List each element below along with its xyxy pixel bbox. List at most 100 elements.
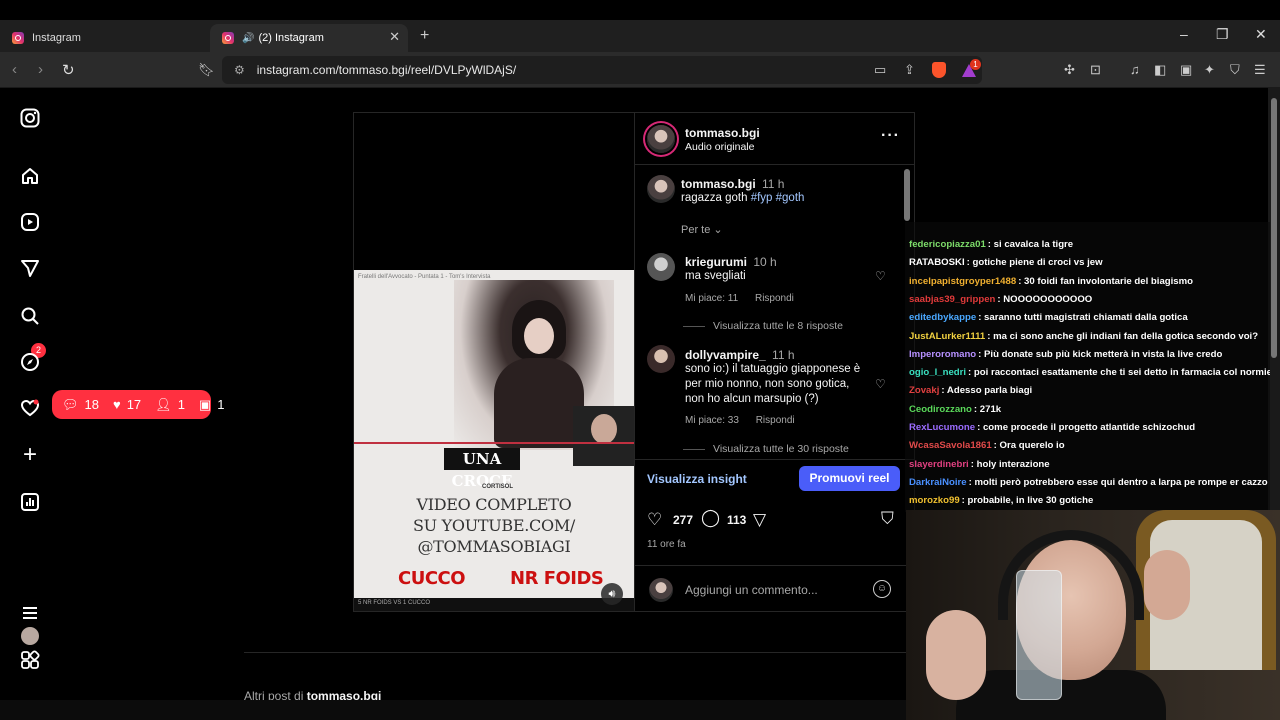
comment-like-icon[interactable]: ♡ bbox=[875, 269, 886, 283]
comment-likes[interactable]: Mi piace: 33 bbox=[685, 415, 739, 426]
extensions-icon[interactable]: ✣ bbox=[1064, 62, 1075, 78]
media-icon[interactable]: ♫ bbox=[1130, 62, 1140, 77]
add-comment-input[interactable]: Aggiungi un commento... bbox=[685, 583, 818, 597]
chat-username[interactable]: ogio_l_nedri bbox=[909, 367, 966, 378]
comment-username[interactable]: dollyvampire_ bbox=[685, 348, 766, 362]
caption-avatar[interactable] bbox=[647, 175, 675, 203]
author-username[interactable]: tommaso.bgi bbox=[685, 126, 760, 140]
chat-username[interactable]: slayerdinebri bbox=[909, 459, 969, 470]
chat-username[interactable]: morozko99 bbox=[909, 495, 960, 506]
dashboard-icon[interactable] bbox=[18, 490, 42, 514]
vpn-icon[interactable]: ⛉ bbox=[1230, 62, 1240, 78]
site-settings-icon[interactable]: ⚙ bbox=[234, 63, 245, 77]
view-insights-link[interactable]: Visualizza insight bbox=[647, 472, 747, 486]
search-icon[interactable] bbox=[18, 304, 42, 328]
promote-reel-button[interactable]: Promuovi reel bbox=[799, 466, 900, 491]
comment-avatar[interactable] bbox=[647, 345, 675, 373]
chat-username[interactable]: RexLucumone bbox=[909, 422, 975, 433]
comment-username[interactable]: kriegurumi bbox=[685, 255, 747, 269]
brave-shields-icon[interactable] bbox=[932, 62, 946, 78]
close-tab-icon[interactable]: ✕ bbox=[389, 29, 400, 45]
cast-icon[interactable]: ▭ bbox=[874, 62, 886, 78]
chat-message: WcasaSavola1861: Ora querelo io bbox=[909, 440, 1065, 452]
chat-username[interactable]: incelpapistgroyper1488 bbox=[909, 276, 1016, 287]
chat-username[interactable]: DarkraiNoire bbox=[909, 477, 967, 488]
emoji-icon[interactable]: ☺ bbox=[873, 580, 891, 598]
profile-avatar[interactable] bbox=[21, 627, 39, 645]
create-icon[interactable]: + bbox=[18, 441, 42, 468]
share-icon[interactable]: ⇪ bbox=[904, 62, 915, 78]
notifications-heart-icon[interactable] bbox=[18, 396, 42, 420]
chat-username[interactable]: Imperoromano bbox=[909, 349, 976, 360]
video-webcam-inset bbox=[573, 406, 634, 466]
sort-dropdown[interactable]: Per te ⌄ bbox=[681, 223, 723, 238]
view-replies-link[interactable]: Visualizza tutte le 30 risposte bbox=[683, 443, 849, 455]
cortisol-label: CORTISOL bbox=[482, 484, 513, 490]
minimize-icon[interactable]: – bbox=[1180, 26, 1188, 42]
like-icon[interactable]: ♡ bbox=[647, 510, 662, 530]
chat-username[interactable]: federicopiazza01 bbox=[909, 239, 986, 250]
save-bookmark-icon[interactable]: ⛉ bbox=[881, 509, 894, 529]
likes-count[interactable]: 277 bbox=[673, 513, 693, 527]
forward-icon[interactable]: › bbox=[38, 61, 43, 78]
sidebar-toggle-icon[interactable]: ◧ bbox=[1154, 62, 1166, 78]
reels-icon[interactable] bbox=[18, 210, 42, 234]
chat-username[interactable]: Zovakj bbox=[909, 385, 939, 396]
activity-notification-pill[interactable]: 💬︎ 18 ♥ 17 👤︎ 1 ▣ 1 bbox=[52, 390, 224, 419]
restore-icon[interactable]: ❐ bbox=[1216, 26, 1229, 43]
audio-label[interactable]: Audio originale bbox=[685, 141, 754, 153]
chat-message: editedbykappe: saranno tutti magistrati … bbox=[909, 312, 1188, 324]
more-options-icon[interactable]: ··· bbox=[881, 127, 900, 145]
share-icon[interactable]: ▽ bbox=[753, 510, 766, 530]
apps-grid-icon[interactable] bbox=[18, 648, 42, 672]
comments-scrollbar-thumb[interactable] bbox=[904, 169, 910, 221]
chat-text: : saranno tutti magistrati chiamati dall… bbox=[978, 312, 1188, 324]
leo-ai-icon[interactable]: ✦ bbox=[1204, 62, 1215, 78]
caption-hashtags[interactable]: #fyp #goth bbox=[751, 192, 805, 204]
menu-icon[interactable]: ☰ bbox=[1254, 62, 1266, 78]
rewards-badge: 1 bbox=[970, 59, 981, 70]
comment-avatar[interactable] bbox=[647, 253, 675, 281]
comments-count[interactable]: 113 bbox=[727, 513, 746, 527]
chat-username[interactable]: RATABOSKI bbox=[909, 257, 965, 268]
tab-instagram[interactable]: Instagram bbox=[0, 24, 206, 52]
chat-username[interactable]: JustALurker1111 bbox=[909, 331, 985, 342]
messages-icon[interactable] bbox=[18, 256, 42, 280]
view-replies-link[interactable]: Visualizza tutte le 8 risposte bbox=[683, 320, 843, 332]
url-field[interactable]: ⚙ instagram.com/tommaso.bgi/reel/DVLPyWl… bbox=[222, 56, 982, 84]
chat-username[interactable]: editedbykappe bbox=[909, 312, 976, 323]
chat-username[interactable]: saabjas39_grippen bbox=[909, 294, 995, 305]
back-icon[interactable]: ‹ bbox=[12, 61, 17, 78]
tab-instagram-active[interactable]: 🔊 (2) Instagram ✕ bbox=[210, 24, 408, 52]
screenshot-icon[interactable]: ⊡ bbox=[1090, 62, 1101, 78]
reload-icon[interactable]: ↻ bbox=[62, 61, 75, 79]
instagram-logo-icon[interactable] bbox=[18, 106, 42, 130]
home-icon[interactable] bbox=[18, 164, 42, 188]
bookmark-icon[interactable]: 🔖︎ bbox=[198, 62, 215, 78]
scrollbar-thumb[interactable] bbox=[1271, 98, 1277, 358]
reply-button[interactable]: Rispondi bbox=[756, 415, 795, 426]
video-promo-text: VIDEO COMPLETO SU YOUTUBE.COM/ @TOMMASOB… bbox=[394, 494, 594, 557]
chat-username[interactable]: Ceodirozzano bbox=[909, 404, 972, 415]
webcam-glass bbox=[1016, 570, 1062, 700]
reply-button[interactable]: Rispondi bbox=[755, 293, 794, 304]
chat-username[interactable]: WcasaSavola1861 bbox=[909, 440, 992, 451]
comment-likes[interactable]: Mi piace: 11 bbox=[685, 293, 738, 304]
caption-time: 11 h bbox=[762, 177, 785, 191]
reel-video[interactable]: Fratelli dell'Avvocato - Puntata 1 - Tom… bbox=[353, 112, 635, 612]
author-avatar[interactable] bbox=[647, 125, 675, 153]
tab-label: Instagram bbox=[32, 32, 81, 44]
comment-like-icon[interactable]: ♡ bbox=[875, 377, 886, 391]
speaker-icon[interactable]: 🔊 bbox=[242, 33, 254, 44]
new-tab-button[interactable]: + bbox=[420, 27, 429, 45]
more-menu-icon[interactable] bbox=[18, 601, 42, 625]
explore-icon[interactable] bbox=[18, 350, 42, 374]
comment-icon[interactable]: ◯ bbox=[701, 508, 720, 528]
caption-username[interactable]: tommaso.bgi 11 h bbox=[681, 177, 784, 191]
close-window-icon[interactable]: ✕ bbox=[1255, 26, 1267, 43]
caption-author[interactable]: tommaso.bgi bbox=[681, 177, 756, 191]
chat-message: federicopiazza01: si cavalca la tigre bbox=[909, 239, 1073, 251]
volume-icon[interactable]: 🔊︎ bbox=[601, 583, 623, 605]
wallet-icon[interactable]: ▣ bbox=[1180, 62, 1192, 78]
comment-username-row: dollyvampire_ 11 h bbox=[685, 348, 795, 362]
